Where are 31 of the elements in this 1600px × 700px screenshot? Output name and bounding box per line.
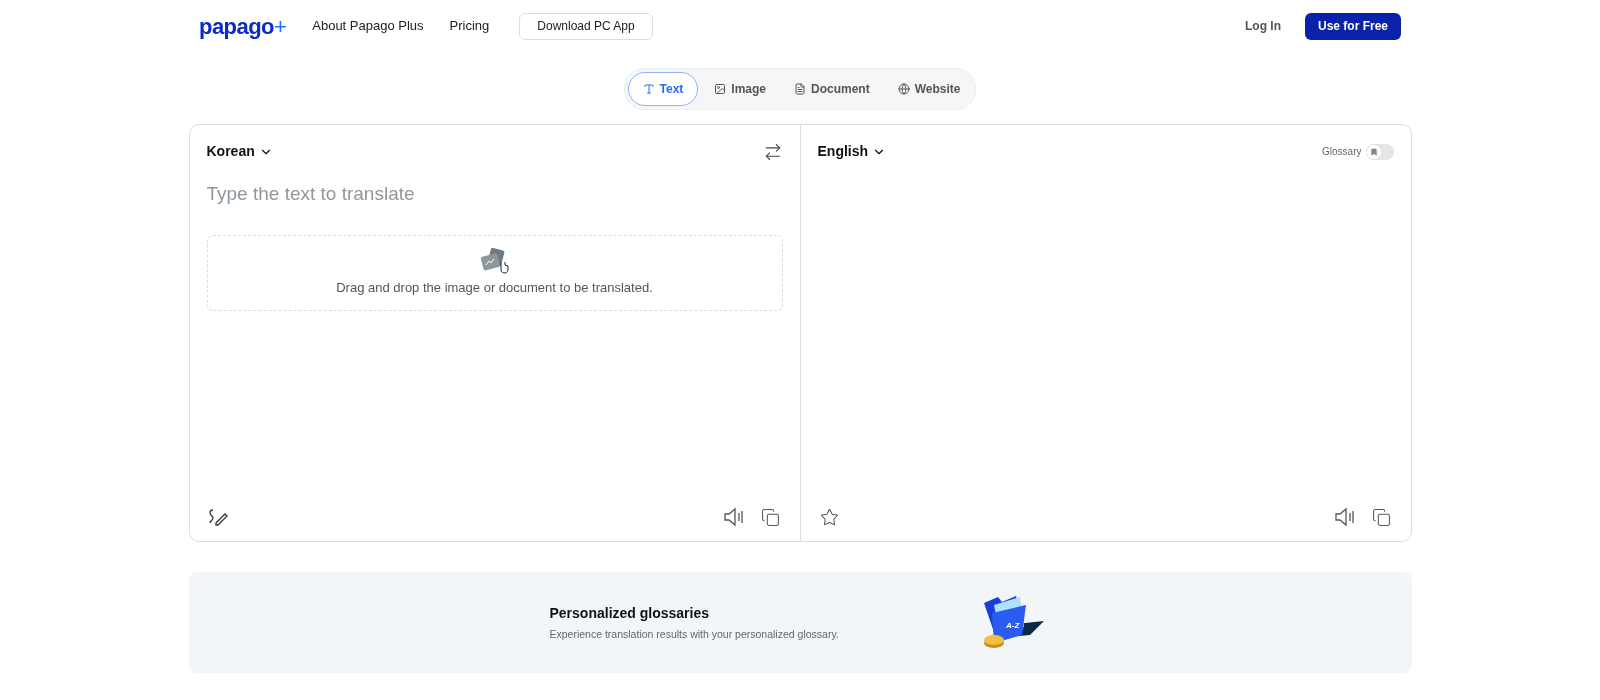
- download-button[interactable]: Download PC App: [519, 12, 653, 40]
- image-icon: [714, 83, 727, 95]
- globe-icon: [897, 83, 910, 95]
- banner-title: Personalized glossaries: [549, 603, 711, 623]
- image-document-icon: [480, 247, 509, 274]
- source-language-dropdown[interactable]: Korean: [206, 141, 273, 162]
- target-language-dropdown[interactable]: English: [817, 141, 887, 162]
- speaker-icon[interactable]: [722, 507, 745, 527]
- copy-icon[interactable]: [1371, 507, 1391, 527]
- folder-drawing: A-Z: [981, 594, 1046, 651]
- drop-hint: Drag and drop the image or document to be translated.: [336, 278, 653, 297]
- use-free-button[interactable]: Use for Free: [1305, 12, 1401, 40]
- nav-link[interactable]: About Papago Plus: [312, 16, 424, 36]
- star-icon[interactable]: [819, 507, 839, 527]
- login-link[interactable]: Log In: [1245, 17, 1281, 35]
- document-icon: [794, 83, 806, 95]
- mode-tab[interactable]: Image: [702, 72, 778, 106]
- speaker-icon[interactable]: [1333, 507, 1356, 527]
- copy-icon[interactable]: [760, 507, 780, 527]
- mode-tab[interactable]: Text: [627, 72, 699, 106]
- mode-tab[interactable]: Website: [885, 72, 973, 106]
- drop-zone[interactable]: Drag and drop the image or document to be translated.: [206, 234, 783, 311]
- text-icon: [642, 83, 655, 95]
- mode-tab[interactable]: Document: [782, 72, 882, 106]
- logo[interactable]: papago+: [199, 9, 287, 43]
- source-text-field[interactable]: Type the text to translate: [206, 180, 783, 209]
- nav-link[interactable]: Pricing: [449, 16, 490, 36]
- glossary-toggle[interactable]: [1365, 143, 1394, 160]
- banner-text: Experience translation results with your personalized glossary.: [549, 626, 840, 642]
- glossary-label: Glossary: [1322, 145, 1362, 159]
- bookmark-icon: [1369, 147, 1378, 156]
